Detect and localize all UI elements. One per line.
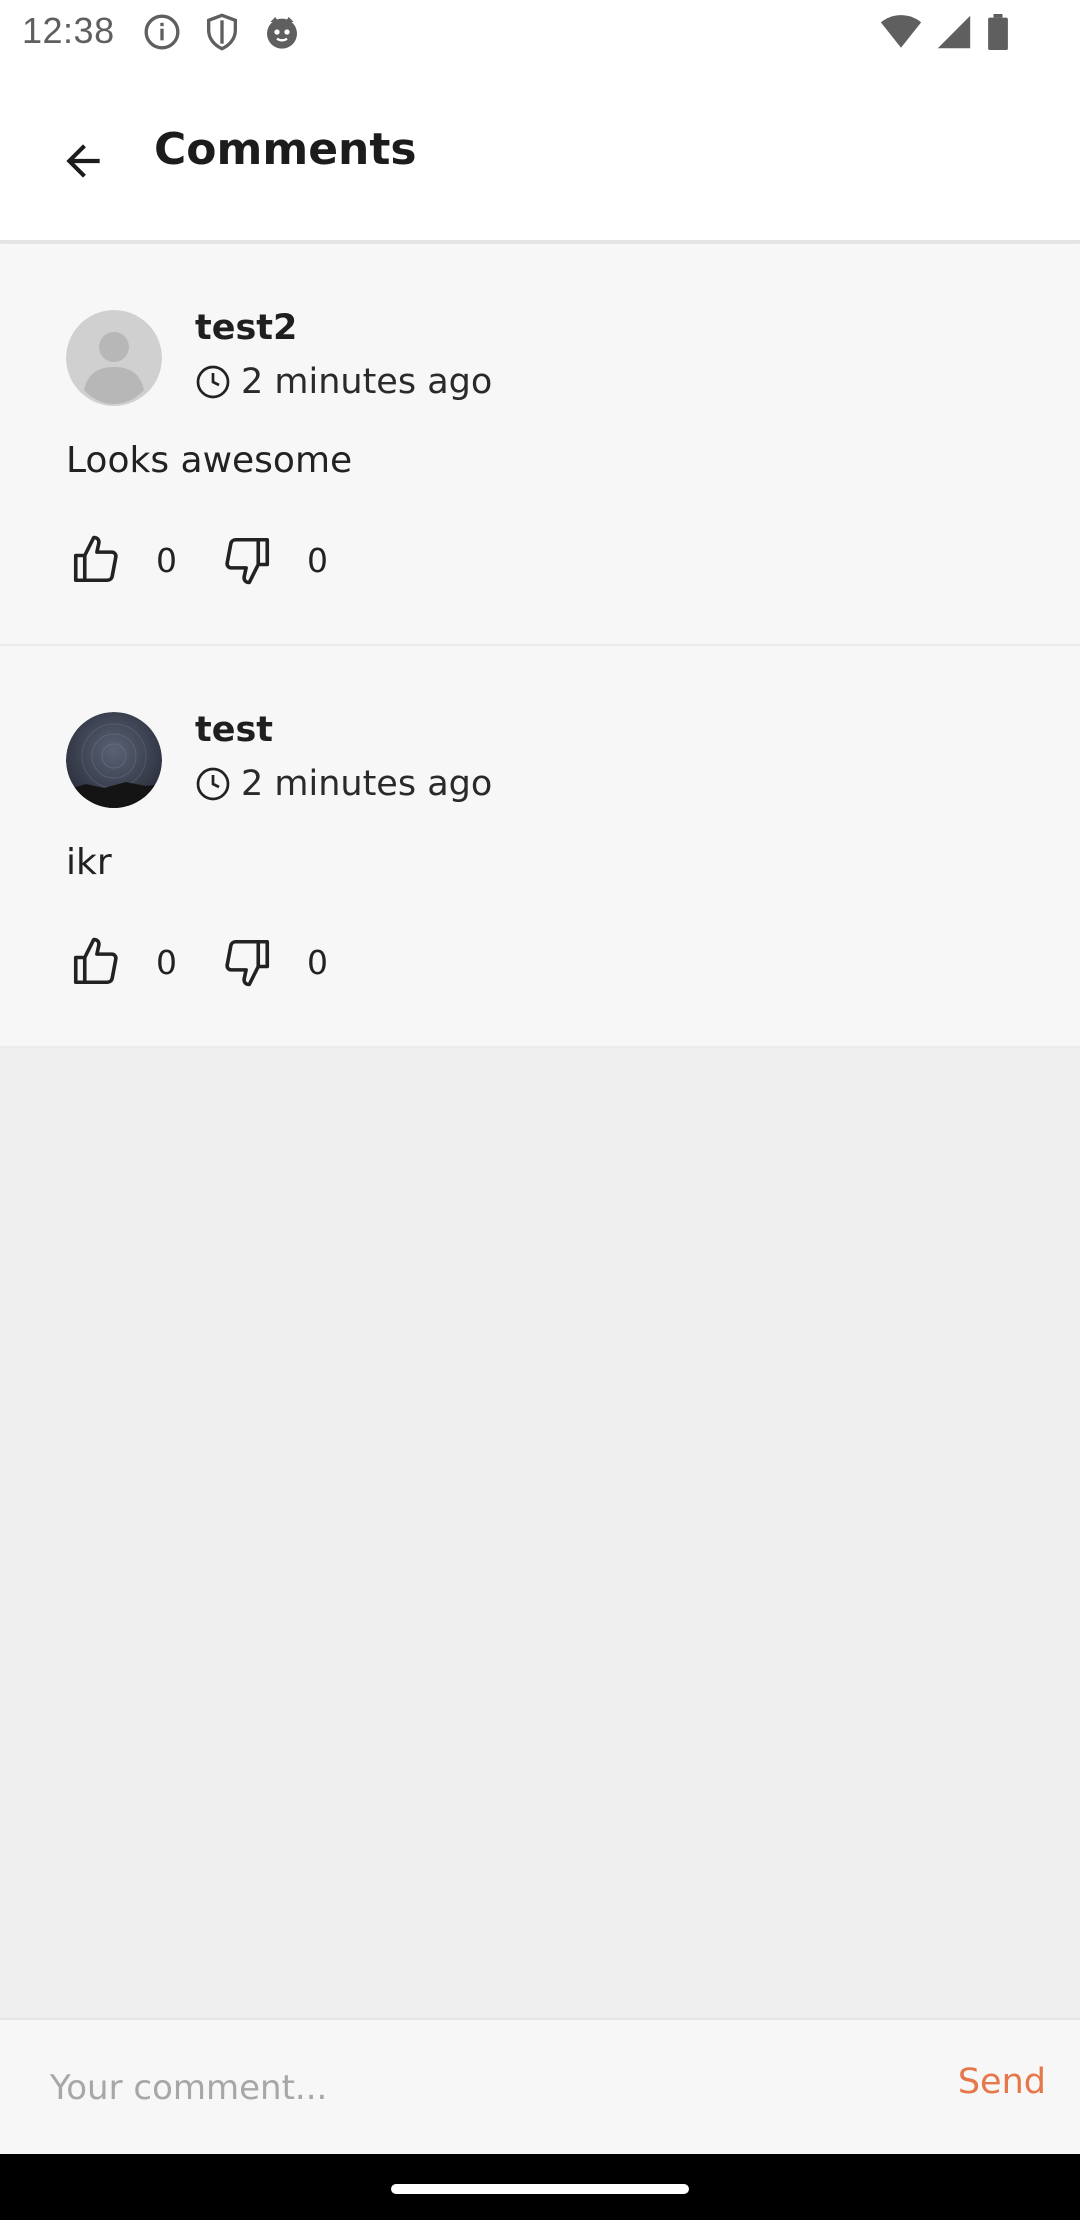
dislike-count: 0 <box>307 942 328 982</box>
comment-timestamp: 2 minutes ago <box>195 764 492 804</box>
like-button[interactable] <box>66 530 126 590</box>
avatar[interactable] <box>66 310 162 406</box>
default-avatar-icon <box>66 310 162 406</box>
comment-composer: Send <box>0 2018 1080 2154</box>
thumbs-up-icon <box>73 535 118 583</box>
arrow-back-icon <box>66 144 100 178</box>
status-right-icons <box>880 14 1010 50</box>
like-count: 0 <box>156 942 177 982</box>
cat-icon <box>267 17 297 49</box>
comment-timestamp: 2 minutes ago <box>195 362 492 402</box>
comments-list: test2 2 minutes ago Looks awesome 0 0 te… <box>0 244 1080 1048</box>
clock-icon <box>196 767 230 801</box>
vote-controls: 0 0 <box>66 530 368 590</box>
comment-item: test2 2 minutes ago Looks awesome 0 0 <box>0 244 1080 646</box>
thumbs-down-icon <box>225 537 270 585</box>
status-bar: 12:38 <box>0 0 1080 66</box>
thumbs-up-icon <box>73 937 118 985</box>
shield-icon <box>207 13 237 51</box>
signal-icon <box>937 15 971 49</box>
dislike-button[interactable] <box>217 932 277 992</box>
like-count: 0 <box>156 540 177 580</box>
night-sky-avatar-image <box>66 712 162 808</box>
status-left-icons <box>142 12 302 52</box>
battery-icon <box>988 14 1008 50</box>
navigation-bar <box>0 2154 1080 2220</box>
avatar[interactable] <box>66 712 162 808</box>
like-button[interactable] <box>66 932 126 992</box>
vote-controls: 0 0 <box>66 932 368 992</box>
home-indicator[interactable] <box>391 2184 689 2194</box>
send-button[interactable]: Send <box>958 2062 1046 2102</box>
comment-item: test 2 minutes ago ikr 0 0 <box>0 646 1080 1048</box>
info-icon <box>144 14 180 50</box>
back-button[interactable] <box>44 122 122 200</box>
status-time: 12:38 <box>22 10 115 51</box>
dislike-button[interactable] <box>217 530 277 590</box>
comment-text: ikr <box>66 842 112 883</box>
comment-time-text: 2 minutes ago <box>241 764 493 804</box>
page-title: Comments <box>154 124 417 175</box>
empty-list-area <box>0 1048 1080 2018</box>
comment-text: Looks awesome <box>66 440 353 481</box>
comment-input[interactable] <box>30 2048 910 2128</box>
comment-time-text: 2 minutes ago <box>241 362 493 402</box>
comment-author[interactable]: test <box>195 710 273 750</box>
clock-icon <box>196 365 230 399</box>
comment-author[interactable]: test2 <box>195 308 297 348</box>
dislike-count: 0 <box>307 540 328 580</box>
wifi-icon <box>880 15 922 48</box>
app-bar: Comments <box>0 66 1080 242</box>
thumbs-down-icon <box>225 939 270 987</box>
